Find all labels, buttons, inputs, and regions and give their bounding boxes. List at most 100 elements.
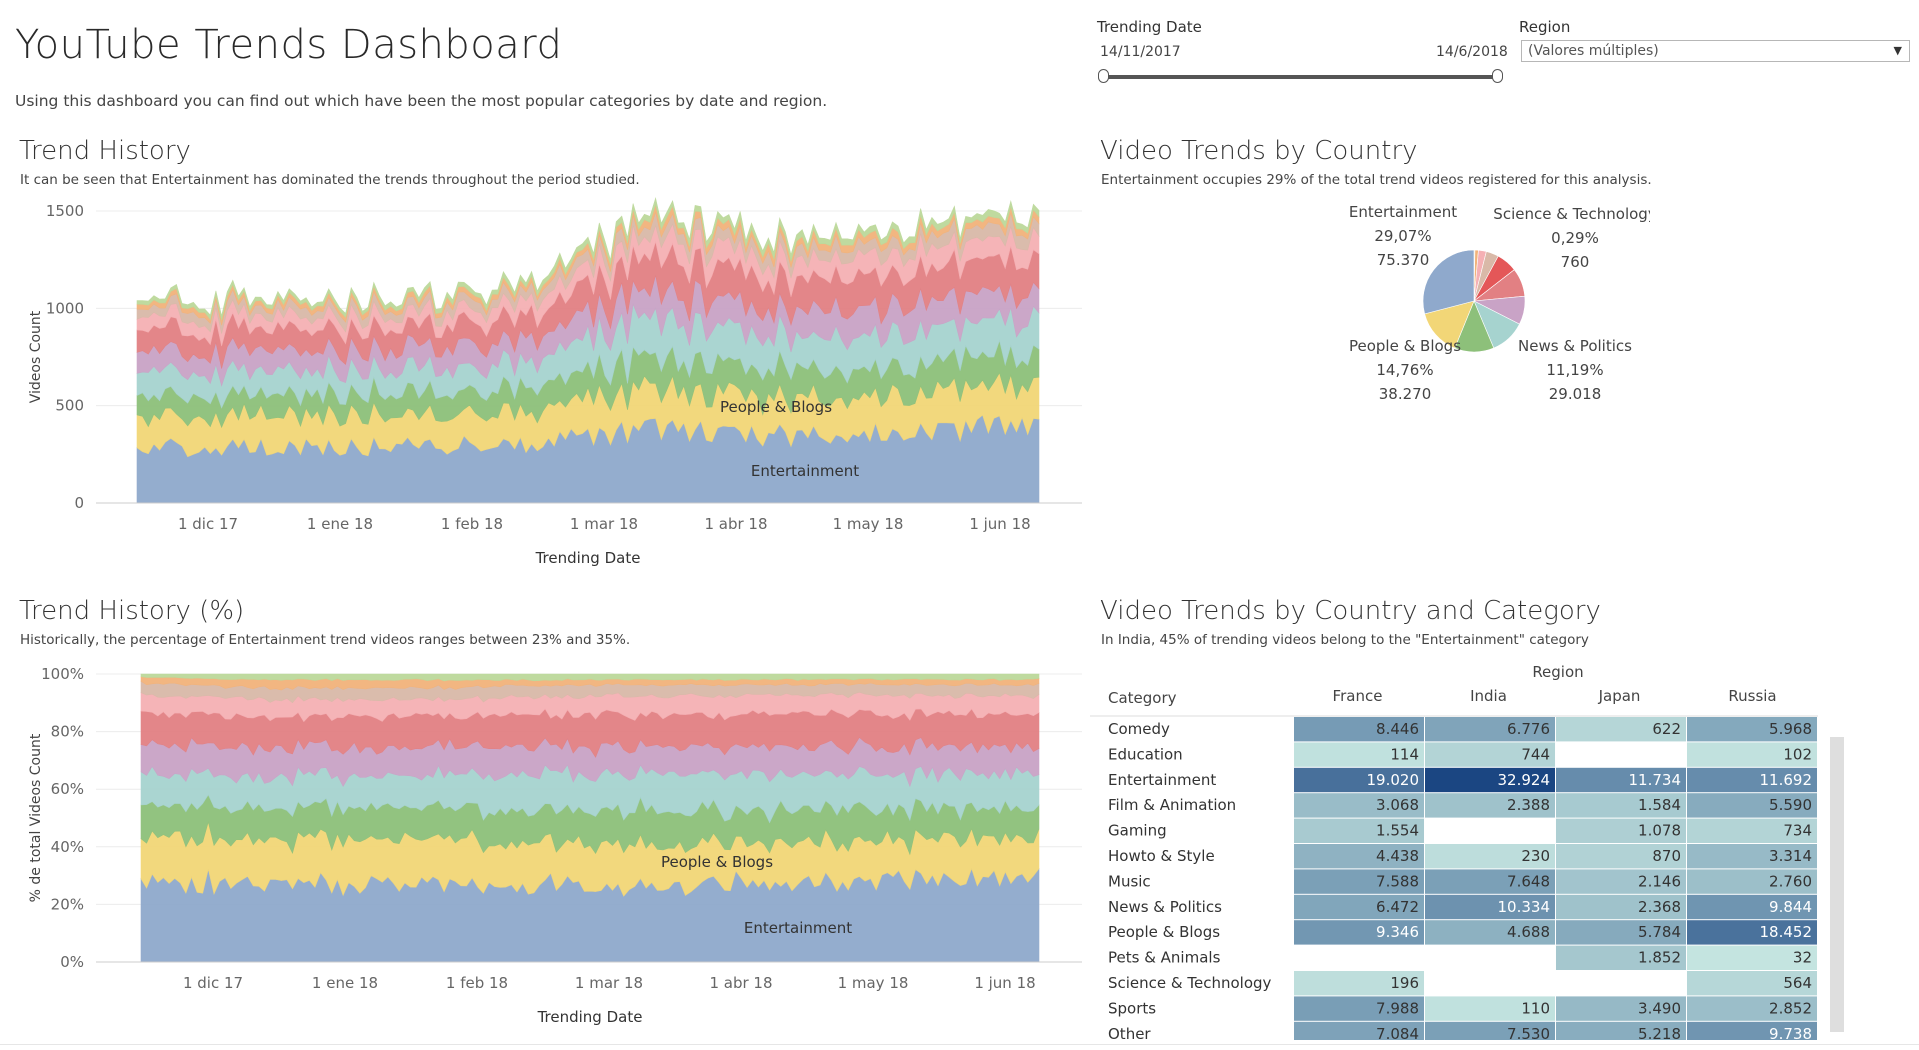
pie-label-entertainment-name: Entertainment	[1349, 203, 1457, 221]
heatmap-cell-value: 32	[1793, 949, 1812, 967]
heatmap-cell-value: 3.314	[1769, 847, 1812, 865]
heatmap-cell-value: 1.554	[1376, 822, 1419, 840]
y-tick-label: 80%	[51, 723, 84, 741]
heatmap-cell-value: 6.472	[1376, 898, 1419, 916]
column-group-label: Region	[1532, 663, 1583, 681]
row-label: Sports	[1108, 999, 1156, 1017]
heatmap-cell-value: 2.852	[1769, 999, 1812, 1017]
heatmap-cell-value: 2.368	[1638, 898, 1681, 916]
trend-history-chart[interactable]: 0 500 1000 1500 1 dic 17 1 ene 18 1 feb 18 1 ma…	[0, 195, 1090, 575]
date-start-value: 14/11/2017	[1100, 44, 1181, 60]
pie-label-people-blogs-name: People & Blogs	[1349, 337, 1461, 355]
pie-label-science-technology-pct: 0,29%	[1551, 229, 1599, 247]
column-header-france: France	[1333, 687, 1383, 705]
row-label: Science & Technology	[1108, 974, 1272, 992]
heatmap-cell-value: 230	[1521, 847, 1550, 865]
heatmap-cell-value: 7.588	[1376, 872, 1419, 890]
area-label-people-blogs: People & Blogs	[661, 853, 773, 871]
heatmap-cell-value: 5.590	[1769, 796, 1812, 814]
row-header-label: Category	[1108, 689, 1177, 707]
y-tick-label: 1500	[46, 202, 84, 220]
heatmap-cell-value: 5.218	[1638, 1025, 1681, 1040]
trend-history-pct-title: Trend History (%)	[19, 596, 245, 626]
heatmap-cell-value: 6.776	[1507, 720, 1550, 738]
heatmap-cell-value: 9.844	[1769, 898, 1812, 916]
by-country-category-heatmap[interactable]: Region Category France India Japan Russia Come…	[1090, 655, 1919, 1040]
area-label-entertainment: Entertainment	[744, 919, 852, 937]
heatmap-cell-value: 2.146	[1638, 872, 1681, 890]
heatmap-cell-value: 7.648	[1507, 872, 1550, 890]
heatmap-cell-value: 11.692	[1760, 771, 1813, 789]
y-tick-label: 100%	[41, 665, 84, 683]
date-filter-label: Trending Date	[1097, 18, 1202, 36]
scrollbar-track	[1830, 737, 1844, 1032]
x-tick-label: 1 feb 18	[446, 974, 508, 992]
heatmap-cell-value: 2.760	[1769, 872, 1812, 890]
pie-label-entertainment-pct: 29,07%	[1374, 227, 1431, 245]
y-tick-label: 60%	[51, 780, 84, 798]
pie-label-entertainment-count: 75.370	[1377, 251, 1430, 269]
heatmap-cell-value: 11.734	[1629, 771, 1682, 789]
y-tick-label: 500	[55, 397, 84, 415]
x-tick-label: 1 feb 18	[441, 515, 503, 533]
area-label-entertainment: Entertainment	[751, 462, 859, 480]
trend-history-pct-chart[interactable]: 0% 20% 40% 60% 80% 100% 1 dic 17 1 ene 18 1 feb …	[0, 655, 1090, 1040]
heatmap-cell-value: 9.346	[1376, 923, 1419, 941]
heatmap-cell-value: 622	[1652, 720, 1681, 738]
heatmap-cell-value: 564	[1783, 974, 1812, 992]
trend-history-title: Trend History	[19, 136, 191, 166]
region-select[interactable]: (Valores múltiples) ▼	[1521, 40, 1910, 62]
x-axis-title: Trending Date	[537, 1008, 643, 1026]
heatmap-cell-value: 2.388	[1507, 796, 1550, 814]
region-filter-label: Region	[1519, 18, 1571, 36]
y-tick-label: 20%	[51, 895, 84, 913]
y-tick-label: 1000	[46, 299, 84, 317]
heatmap-cell-value: 114	[1390, 745, 1419, 763]
trend-history-pct-subtitle: Historically, the percentage of Entertai…	[20, 632, 631, 648]
row-label: Other	[1108, 1025, 1151, 1040]
trend-history-subtitle: It can be seen that Entertainment has do…	[20, 172, 640, 188]
x-tick-label: 1 dic 17	[178, 515, 238, 533]
heatmap-cell-value: 3.068	[1376, 796, 1419, 814]
x-tick-label: 1 dic 17	[183, 974, 243, 992]
pie-label-science-technology-count: 760	[1561, 253, 1590, 271]
heatmap-cell-value: 7.988	[1376, 999, 1419, 1017]
x-axis-title: Trending Date	[535, 549, 641, 567]
heatmap-cell-value: 19.020	[1367, 771, 1420, 789]
heatmap-cell-value: 1.852	[1638, 949, 1681, 967]
date-range-slider-track[interactable]	[1104, 75, 1498, 79]
heatmap-cell-value: 734	[1783, 822, 1812, 840]
column-header-russia: Russia	[1728, 687, 1776, 705]
heatmap-cell-value: 1.584	[1638, 796, 1681, 814]
by-country-pie-chart[interactable]: Entertainment 29,07% 75.370 Science & Techn…	[1090, 195, 1650, 415]
column-header-india: India	[1470, 687, 1507, 705]
x-tick-label: 1 mar 18	[575, 974, 643, 992]
page-title: YouTube Trends Dashboard	[15, 22, 563, 68]
pie-label-news-politics-count: 29.018	[1549, 385, 1602, 403]
x-tick-label: 1 jun 18	[974, 974, 1035, 992]
row-label: Education	[1108, 745, 1183, 763]
heatmap-cell-value: 5.968	[1769, 720, 1812, 738]
x-tick-label: 1 may 18	[833, 515, 904, 533]
row-label: Pets & Animals	[1108, 949, 1221, 967]
heatmap-cell-value: 870	[1652, 847, 1681, 865]
row-label: News & Politics	[1108, 898, 1222, 916]
by-country-category-title: Video Trends by Country and Category	[1100, 596, 1601, 626]
heatmap-cell-value: 7.084	[1376, 1025, 1419, 1040]
by-country-title: Video Trends by Country	[1100, 136, 1418, 166]
heatmap-cell-value: 4.688	[1507, 923, 1550, 941]
heatmap-cell-value: 32.924	[1498, 771, 1551, 789]
row-label: Howto & Style	[1108, 847, 1215, 865]
area-label-people-blogs: People & Blogs	[720, 398, 832, 416]
pie-label-science-technology-name: Science & Technology	[1493, 205, 1650, 223]
heatmap-cell-value: 4.438	[1376, 847, 1419, 865]
date-range-slider-start-handle[interactable]	[1098, 69, 1109, 83]
pie-label-people-blogs-pct: 14,76%	[1376, 361, 1433, 379]
heatmap-cell-value: 196	[1390, 974, 1419, 992]
date-range-slider-end-handle[interactable]	[1492, 69, 1503, 83]
row-label: Music	[1108, 872, 1151, 890]
chevron-down-icon[interactable]: ▼	[1894, 44, 1902, 57]
row-label: Film & Animation	[1108, 796, 1236, 814]
x-tick-label: 1 abr 18	[704, 515, 767, 533]
x-tick-label: 1 jun 18	[969, 515, 1030, 533]
